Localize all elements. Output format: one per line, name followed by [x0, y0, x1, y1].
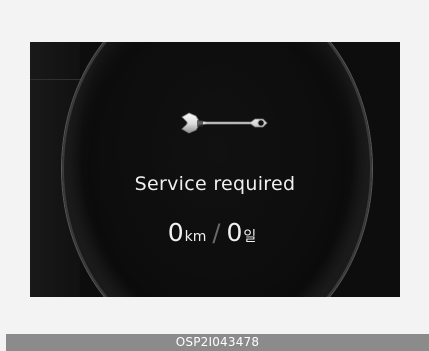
wrench-icon [181, 112, 268, 134]
service-required-message: Service required [134, 173, 296, 195]
days-value: 0 [226, 218, 243, 247]
image-code-footer: OSP2I043478 [6, 334, 429, 351]
distance-unit: km [184, 229, 207, 245]
gauge-ring [62, 42, 372, 297]
days-unit: 일 [243, 229, 257, 245]
cluster-display: Service required 0km/0일 [30, 42, 400, 297]
left-gauge-line [30, 79, 88, 80]
service-readout: 0km/0일 [30, 218, 400, 247]
distance-value: 0 [167, 218, 184, 247]
readout-separator: / [212, 219, 221, 247]
